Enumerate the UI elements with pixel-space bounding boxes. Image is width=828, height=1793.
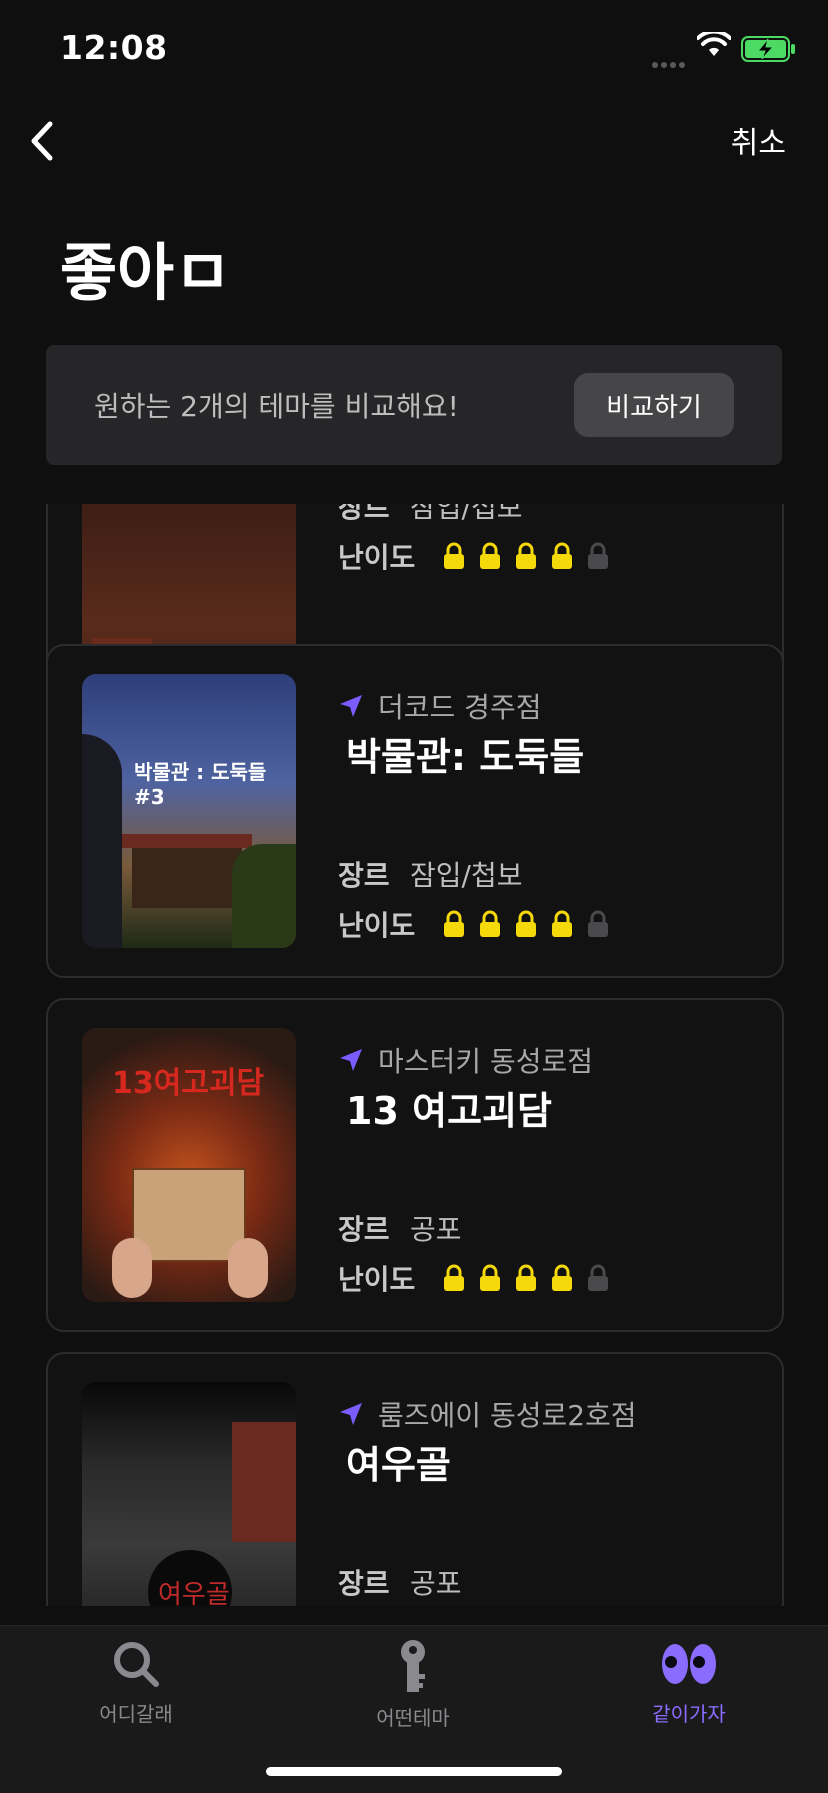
battery-charging-icon [741, 36, 795, 62]
genre-row: 장르 잠입/접보 [338, 504, 522, 526]
difficulty-row: 난이도 [338, 904, 623, 944]
genre-label: 장르 [338, 1567, 390, 1600]
lock-empty-icon [588, 1264, 609, 1291]
theme-card[interactable]: 박물관 : 도둑들 #3 더코드 경주점 박물관: 도둑들 장르 잠입/첩보 난… [46, 644, 784, 978]
theme-card[interactable]: 13여고괴담 마스터키 동성로점 13 여고괴담 장르 공포 난이도 [46, 998, 784, 1332]
key-icon [401, 1640, 425, 1692]
theme-name: 13 여고괴담 [346, 1089, 552, 1133]
lock-filled-icon [444, 542, 465, 569]
genre-label: 장르 [338, 1213, 390, 1246]
difficulty-rating [443, 910, 623, 938]
cancel-button[interactable]: 취소 [731, 118, 786, 162]
lock-filled-icon [516, 542, 537, 569]
status-time: 12:08 [60, 28, 168, 67]
difficulty-label: 난이도 [338, 909, 416, 942]
lock-filled-icon [444, 1264, 465, 1291]
genre-value: 공포 [410, 1567, 462, 1600]
location-arrow-icon [340, 1403, 362, 1425]
search-icon [114, 1642, 159, 1687]
lock-filled-icon [516, 910, 537, 937]
location: 더코드 경주점 [338, 686, 541, 726]
tab-label: 같이가자 [652, 1702, 726, 1726]
lock-filled-icon [516, 1264, 537, 1291]
genre-row: 장르 공포 [338, 1208, 462, 1248]
location-text: 룸즈에이 동성로2호점 [378, 1399, 637, 1432]
compare-banner: 원하는 2개의 테마를 비교해요! 비교하기 [46, 345, 782, 465]
lock-filled-icon [480, 910, 501, 937]
theme-name: 박물관: 도둑들 [346, 735, 585, 779]
genre-row: 장르 공포 [338, 1562, 462, 1602]
theme-name: 여우골 [346, 1443, 451, 1487]
poster-title: 여우골 [158, 1580, 230, 1606]
difficulty-label: 난이도 [338, 541, 416, 574]
location: 마스터키 동성로점 [338, 1040, 593, 1080]
difficulty-row: 난이도 [338, 536, 623, 576]
difficulty-row: 난이도 [338, 1258, 623, 1298]
theme-poster: 여우골 [82, 1382, 296, 1606]
lock-filled-icon [444, 910, 465, 937]
location-arrow-icon [340, 695, 362, 717]
lock-filled-icon [480, 1264, 501, 1291]
wifi-icon [697, 32, 731, 56]
location: 룸즈에이 동성로2호점 [338, 1394, 637, 1434]
compare-description: 원하는 2개의 테마를 비교해요! [94, 390, 459, 423]
genre-value: 공포 [410, 1213, 462, 1246]
genre-label: 장르 [338, 859, 390, 892]
genre-label: 장르 [338, 504, 390, 524]
tab-label: 어디갈래 [99, 1702, 173, 1726]
liked-theme-list[interactable]: 장르 잠입/접보 난이도 박물관 : 도둑들 #3 더코드 경주점 박물관: 도… [0, 504, 828, 1606]
home-indicator[interactable] [266, 1767, 562, 1776]
theme-poster: 박물관 : 도둑들 #3 [82, 674, 296, 948]
lock-filled-icon [552, 1264, 573, 1291]
lock-filled-icon [552, 910, 573, 937]
theme-poster: 13여고괴담 [82, 1028, 296, 1302]
tab-which-theme[interactable]: 어떤테마 [313, 1638, 513, 1731]
genre-value: 잠입/접보 [410, 504, 523, 524]
location-text: 마스터키 동성로점 [378, 1045, 593, 1078]
tab-where-to-go[interactable]: 어디갈래 [36, 1638, 236, 1727]
lock-empty-icon [588, 542, 609, 569]
difficulty-rating [443, 1264, 623, 1292]
genre-row: 장르 잠입/첩보 [338, 854, 522, 894]
tab-label: 어떤테마 [376, 1706, 450, 1730]
page-title: 좋아ㅁ [60, 236, 232, 309]
tab-lets-go-together[interactable]: 같이가자 [589, 1638, 789, 1727]
compare-button[interactable]: 비교하기 [574, 373, 734, 437]
cellular-signal-icon [652, 53, 688, 72]
difficulty-rating [443, 542, 623, 570]
lock-filled-icon [552, 542, 573, 569]
genre-value: 잠입/첩보 [410, 859, 523, 892]
poster-title: 박물관 : 도둑들 #3 [134, 760, 267, 809]
difficulty-label: 난이도 [338, 1263, 416, 1296]
location-text: 더코드 경주점 [378, 691, 542, 724]
location-arrow-icon [340, 1049, 362, 1071]
eyes-icon [662, 1644, 716, 1684]
back-chevron-icon[interactable] [22, 118, 62, 164]
lock-empty-icon [588, 910, 609, 937]
theme-card[interactable]: 여우골 룸즈에이 동성로2호점 여우골 장르 공포 [46, 1352, 784, 1606]
poster-title: 13여고괴담 [112, 1066, 265, 1101]
lock-filled-icon [480, 542, 501, 569]
status-bar: 12:08 [0, 0, 828, 100]
